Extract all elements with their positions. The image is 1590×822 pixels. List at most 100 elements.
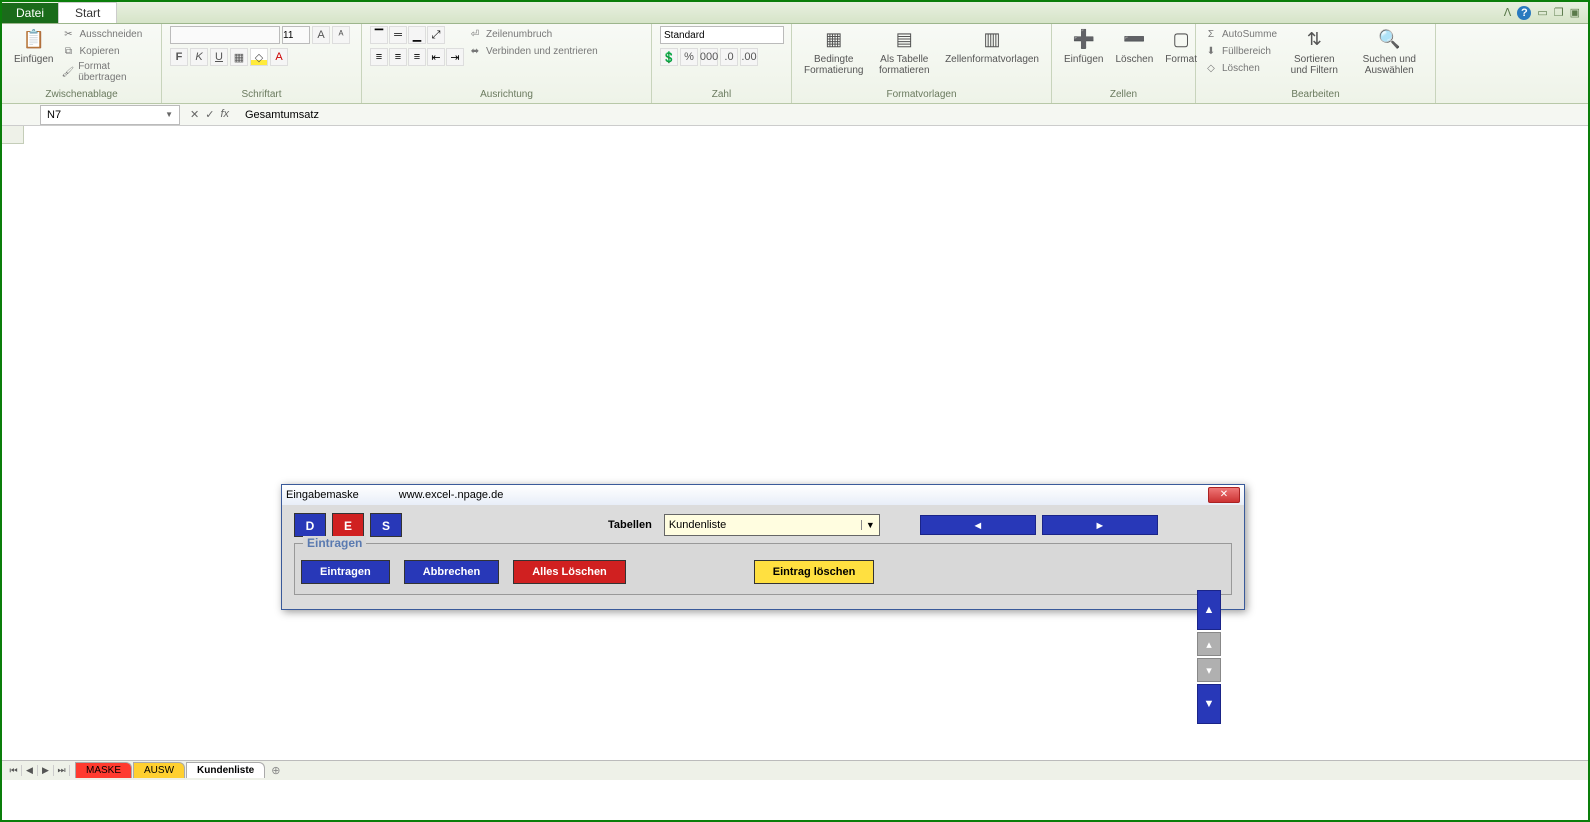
first-sheet-icon[interactable]: ⏮ (6, 765, 22, 776)
group-label: Zwischenablage (2, 87, 161, 102)
table-icon: ▤ (892, 28, 916, 52)
fill-icon: ⬇ (1204, 44, 1218, 58)
align-left-icon[interactable]: ≡ (370, 48, 388, 66)
percent-icon[interactable]: % (680, 48, 698, 66)
input-mask-dialog: Eingabemaske www.excel-.npage.de ✕ D E S… (281, 484, 1245, 610)
menu-tabbar: Datei Start ᐱ ? ▭ ❐ ▣ (2, 2, 1588, 24)
file-tab[interactable]: Datei (2, 3, 58, 23)
close-icon[interactable]: ▣ (1570, 6, 1580, 20)
sigma-icon: Σ (1204, 27, 1218, 41)
delete-cells-button[interactable]: ➖Löschen (1111, 26, 1157, 67)
binoculars-icon: 🔍 (1377, 28, 1401, 52)
align-bottom-icon[interactable]: ▁ (408, 26, 426, 44)
format-as-table-button[interactable]: ▤Als Tabelle formatieren (871, 26, 937, 78)
wrap-text-button[interactable]: ⏎Zeilenumbruch (468, 26, 598, 42)
group-label: Zahl (652, 87, 791, 102)
increase-font-icon[interactable]: A (312, 26, 330, 44)
insert-cells-button[interactable]: ➕Einfügen (1060, 26, 1107, 67)
prev-sheet-icon[interactable]: ◀ (22, 765, 38, 776)
sheet-tab-bar: ⏮ ◀ ▶ ⏭ MASKE AUSW Kundenliste ⊕ (2, 760, 1588, 780)
find-select-button[interactable]: 🔍Suchen und Auswählen (1352, 26, 1427, 78)
prev-record-button[interactable]: ◄ (920, 515, 1036, 535)
formula-input[interactable]: Gesamtumsatz (239, 109, 1588, 121)
chevron-down-icon[interactable]: ▼ (165, 110, 173, 119)
ribbon-tab[interactable]: Start (58, 2, 117, 23)
autosum-button[interactable]: ΣAutoSumme (1204, 26, 1277, 42)
next-record-button[interactable]: ► (1042, 515, 1158, 535)
conditional-format-button[interactable]: ▦Bedingte Formatierung (800, 26, 867, 78)
help-icon[interactable]: ? (1517, 6, 1531, 20)
align-top-icon[interactable]: ▔ (370, 26, 388, 44)
restore-icon[interactable]: ❐ (1554, 6, 1564, 20)
font-family-select[interactable] (170, 26, 280, 44)
font-color-button[interactable]: A (270, 48, 288, 66)
delete-all-button[interactable]: Alles Löschen (513, 560, 626, 584)
number-format-select[interactable] (660, 26, 784, 44)
group-label: Zellen (1052, 87, 1195, 102)
format-painter-button[interactable]: 🖌Format übertragen (61, 60, 153, 84)
align-right-icon[interactable]: ≡ (408, 48, 426, 66)
clear-button[interactable]: ◇Löschen (1204, 60, 1277, 76)
next-sheet-icon[interactable]: ▶ (38, 765, 54, 776)
currency-icon[interactable]: 💲 (660, 48, 678, 66)
scroll-mid-up[interactable]: ▴ (1197, 632, 1221, 656)
last-sheet-icon[interactable]: ⏭ (54, 765, 70, 776)
bold-button[interactable]: F (170, 48, 188, 66)
ribbon: 📋Einfügen ✂Ausschneiden ⧉Kopieren 🖌Forma… (2, 24, 1588, 104)
sheet-tab[interactable]: MASKE (75, 762, 132, 778)
fx-icon[interactable]: fx (220, 108, 229, 121)
spreadsheet-grid[interactable]: Eingabemaske www.excel-.npage.de ✕ D E S… (2, 126, 1588, 780)
table-select[interactable]: Kundenliste▼ (664, 514, 880, 536)
mode-e-button[interactable]: E (332, 513, 364, 537)
minimize-icon[interactable]: ▭ (1537, 6, 1547, 20)
name-box[interactable]: N7▼ (40, 105, 180, 125)
ribbon-minimize-icon[interactable]: ᐱ (1504, 6, 1512, 20)
new-sheet-icon[interactable]: ⊕ (271, 764, 280, 777)
scroll-up-button[interactable]: ▲ (1197, 590, 1221, 630)
fill-button[interactable]: ⬇Füllbereich (1204, 43, 1277, 59)
italic-button[interactable]: K (190, 48, 208, 66)
wrap-icon: ⏎ (468, 27, 482, 41)
scroll-mid-down[interactable]: ▾ (1197, 658, 1221, 682)
window-controls: ᐱ ? ▭ ❐ ▣ (1504, 6, 1588, 20)
select-all-corner[interactable] (2, 126, 24, 144)
scroll-down-button[interactable]: ▼ (1197, 684, 1221, 724)
cell-styles-button[interactable]: ▥Zellenformatvorlagen (941, 26, 1043, 67)
dialog-close-button[interactable]: ✕ (1208, 487, 1240, 503)
dialog-titlebar[interactable]: Eingabemaske www.excel-.npage.de ✕ (282, 485, 1244, 505)
mode-s-button[interactable]: S (370, 513, 402, 537)
sheet-tab[interactable]: AUSW (133, 762, 185, 778)
decrease-decimal-icon[interactable]: .00 (740, 48, 758, 66)
underline-button[interactable]: U (210, 48, 228, 66)
indent-dec-icon[interactable]: ⇤ (427, 48, 445, 66)
formula-bar: N7▼ ✕ ✓ fx Gesamtumsatz (2, 104, 1588, 126)
sort-filter-button[interactable]: ⇅Sortieren und Filtern (1281, 26, 1347, 78)
delete-entry-button[interactable]: Eintrag löschen (754, 560, 875, 584)
cut-button[interactable]: ✂Ausschneiden (61, 26, 153, 42)
orientation-icon[interactable]: ⤢ (427, 26, 445, 44)
copy-button[interactable]: ⧉Kopieren (61, 43, 153, 59)
decrease-font-icon[interactable]: ᴬ (332, 26, 350, 44)
border-button[interactable]: ▦ (230, 48, 248, 66)
accept-formula-icon[interactable]: ✓ (205, 108, 214, 121)
align-center-icon[interactable]: ≡ (389, 48, 407, 66)
submit-button[interactable]: Eintragen (301, 560, 390, 584)
increase-decimal-icon[interactable]: .0 (720, 48, 738, 66)
font-size-select[interactable] (282, 26, 310, 44)
cancel-formula-icon[interactable]: ✕ (190, 108, 199, 121)
group-label: Schriftart (162, 87, 361, 102)
mode-d-button[interactable]: D (294, 513, 326, 537)
indent-inc-icon[interactable]: ⇥ (446, 48, 464, 66)
paste-button[interactable]: 📋Einfügen (10, 26, 57, 67)
brush-icon: 🖌 (61, 65, 74, 79)
fieldset-label: Eintragen (303, 536, 366, 550)
comma-icon[interactable]: 000 (700, 48, 718, 66)
sheet-tab[interactable]: Kundenliste (186, 762, 265, 778)
fill-color-button[interactable]: ◇ (250, 48, 268, 66)
merge-button[interactable]: ⬌Verbinden und zentrieren (468, 43, 598, 59)
align-middle-icon[interactable]: ═ (389, 26, 407, 44)
dialog-title: Eingabemaske (286, 489, 359, 501)
cancel-button[interactable]: Abbrechen (404, 560, 499, 584)
scissors-icon: ✂ (61, 27, 75, 41)
copy-icon: ⧉ (61, 44, 75, 58)
